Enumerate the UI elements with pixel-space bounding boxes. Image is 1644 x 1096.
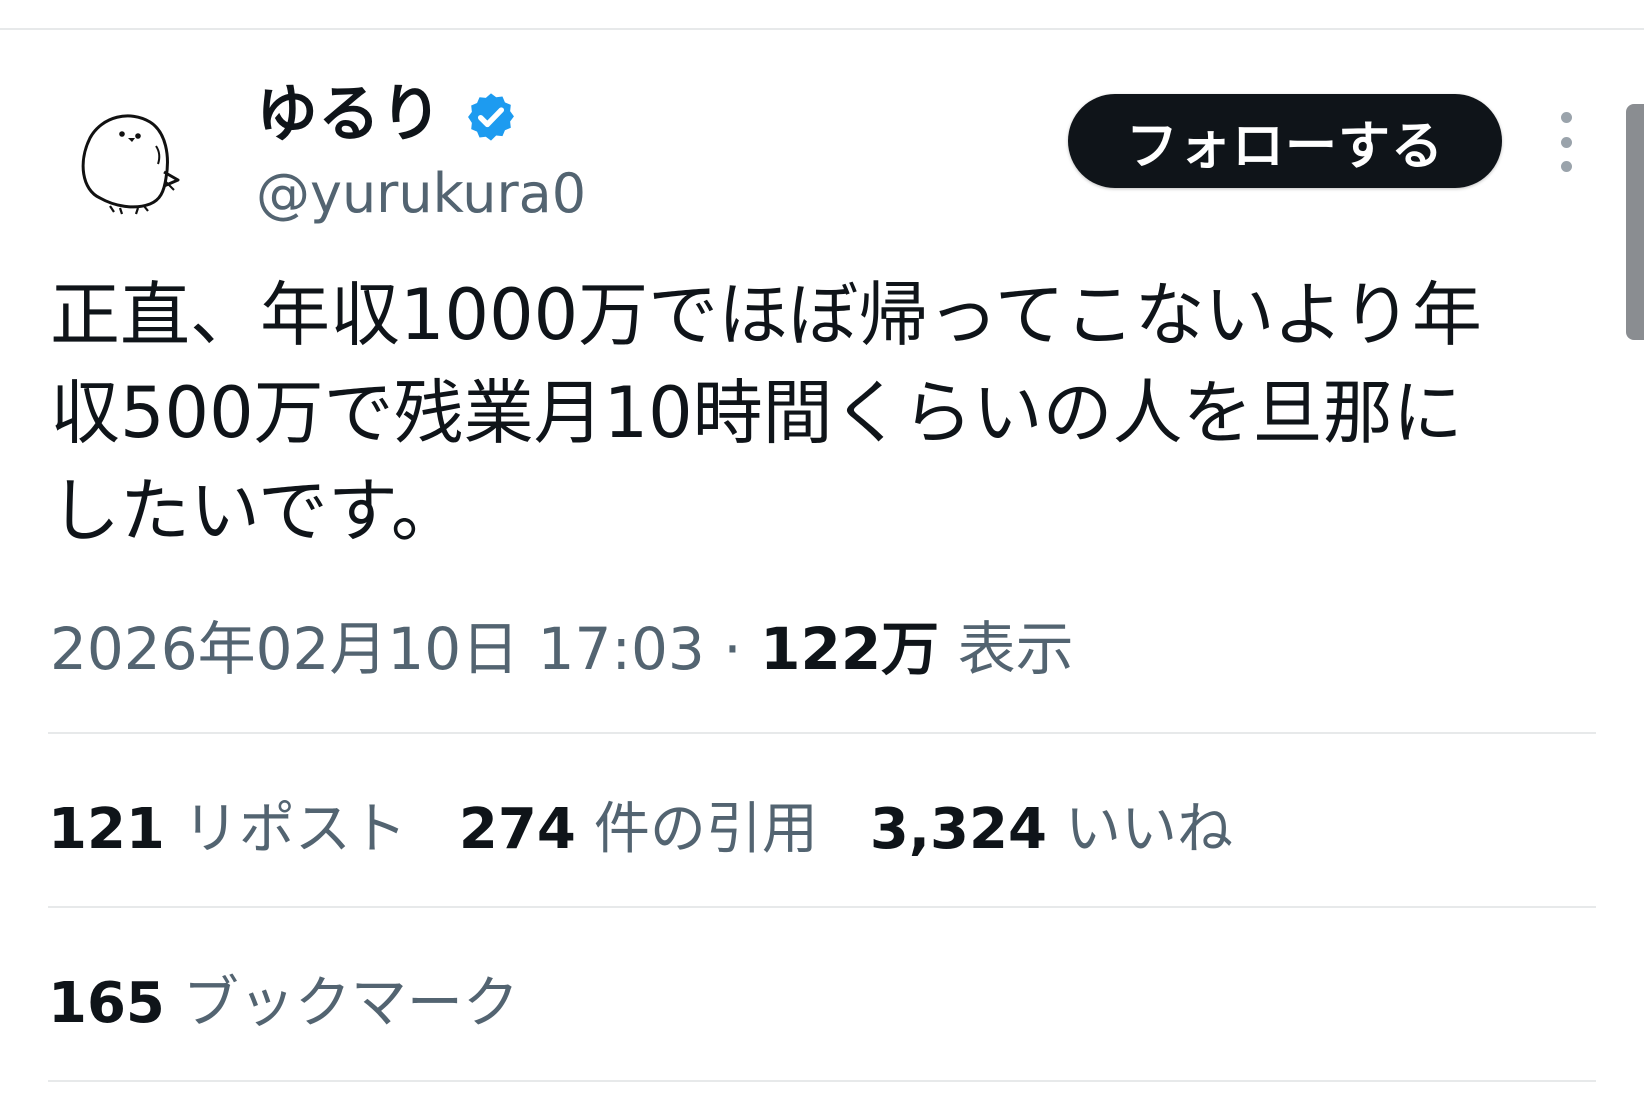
views-count: 122万 <box>760 615 940 683</box>
more-dot <box>1560 112 1572 123</box>
more-dot <box>1560 161 1572 172</box>
tweet-text: 正直、年収1000万でほぼ帰ってこないより年 収500万で残業月10時間くらいの… <box>50 274 1482 552</box>
likes-stat[interactable]: 3,324 いいね <box>870 796 1233 864</box>
engagement-stats: 121 リポスト 274 件の引用 3,324 いいね <box>48 796 1285 864</box>
likes-count: 3,324 <box>869 797 1047 862</box>
quotes-label: 件の引用 <box>593 797 818 862</box>
views-label: 表示 <box>957 615 1074 683</box>
likes-label: いいね <box>1064 797 1233 862</box>
more-dot <box>1560 136 1572 148</box>
quotes-count: 274 <box>458 797 576 862</box>
divider <box>48 906 1596 908</box>
divider <box>48 1080 1596 1082</box>
top-divider <box>0 28 1644 30</box>
author-name-row[interactable]: ゆるり <box>256 78 518 150</box>
bookmarks-label: ブックマーク <box>182 971 519 1036</box>
divider <box>48 732 1596 734</box>
tweet-meta: 2026年02月10日 17:03 · 122万 表示 <box>50 614 1074 684</box>
verified-badge-icon[interactable] <box>464 87 518 141</box>
scrollbar-thumb[interactable] <box>1626 104 1644 340</box>
bookmarks-count: 165 <box>48 971 165 1036</box>
quotes-stat[interactable]: 274 件の引用 <box>459 796 818 864</box>
bookmarks-stat[interactable]: 165 ブックマーク <box>48 970 519 1038</box>
follow-button[interactable]: フォローする <box>1068 94 1502 188</box>
author-handle[interactable]: @yurukura0 <box>256 162 586 226</box>
reposts-stat[interactable]: 121 リポスト <box>48 796 407 864</box>
tweet-timestamp[interactable]: 2026年02月10日 17:03 <box>50 615 705 683</box>
reposts-count: 121 <box>48 797 165 862</box>
author-display-name[interactable]: ゆるり <box>256 78 442 150</box>
more-vertical-icon[interactable] <box>1548 112 1584 172</box>
reposts-label: リポスト <box>182 797 407 862</box>
meta-separator: · <box>723 615 742 683</box>
bird-avatar-icon[interactable] <box>60 86 208 234</box>
